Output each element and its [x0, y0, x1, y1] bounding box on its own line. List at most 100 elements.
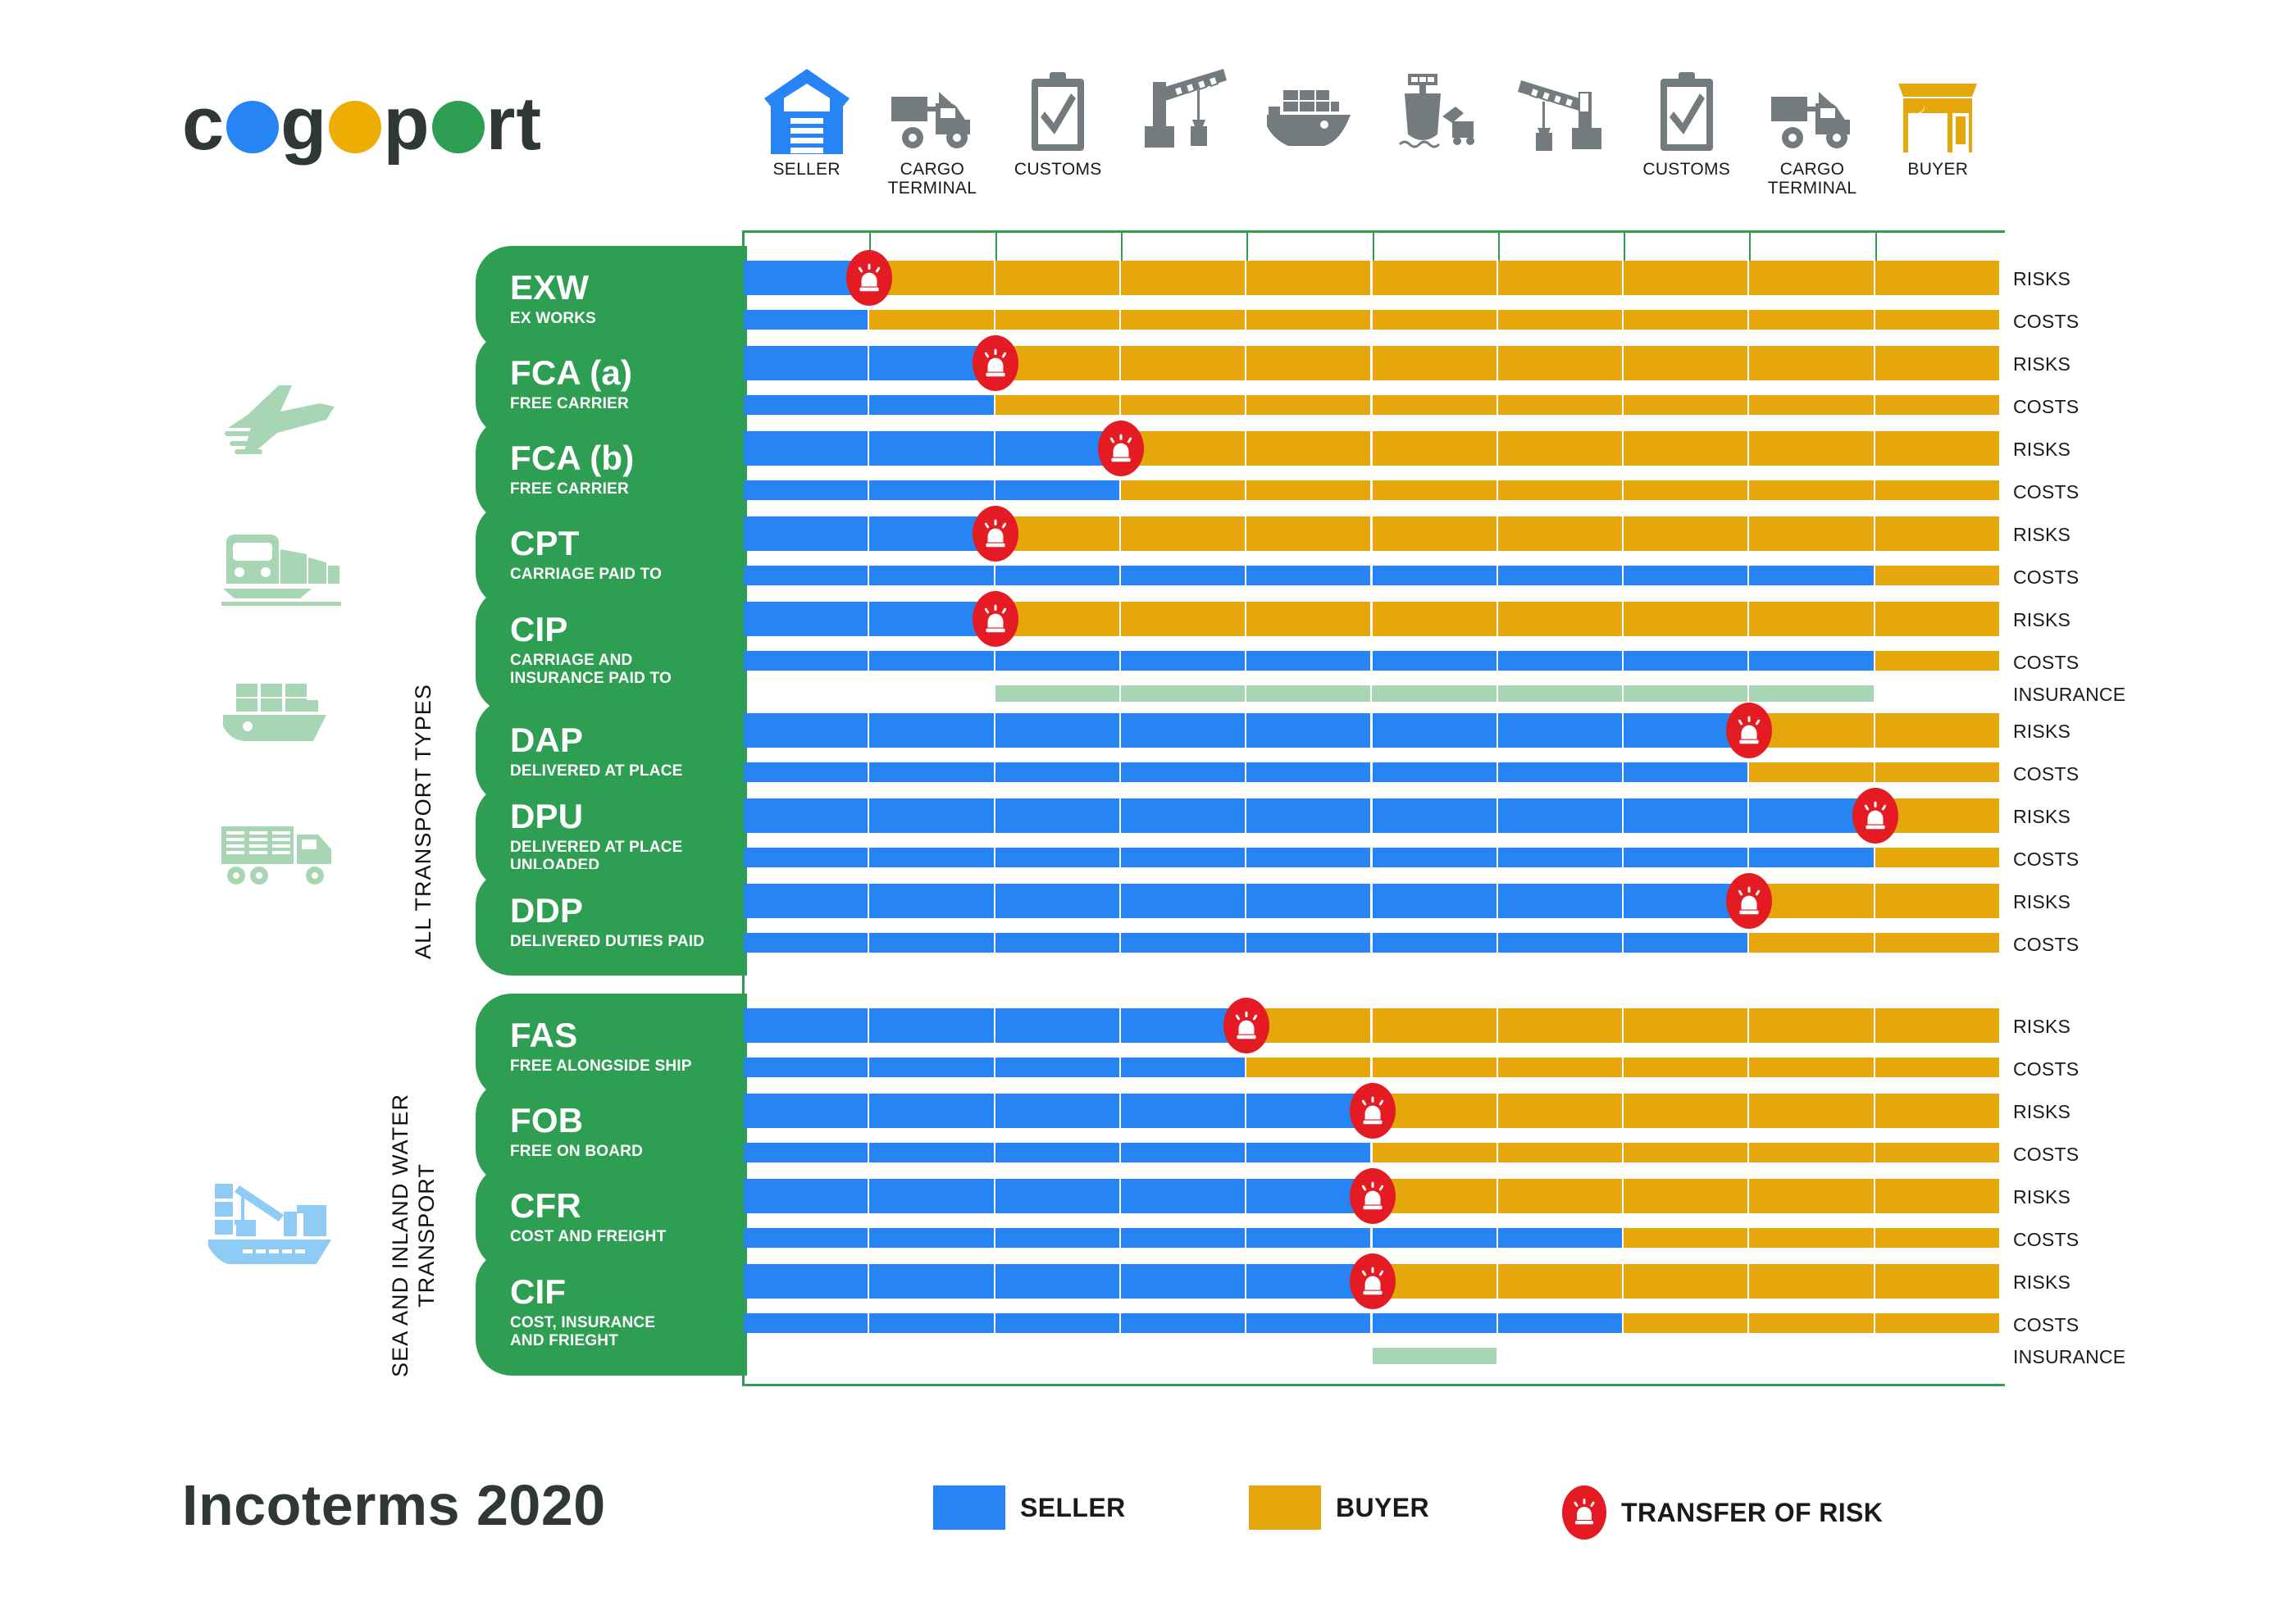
bar-segment — [1497, 602, 1624, 636]
incoterm-card-ddp[interactable]: DDP DELIVERED DUTIES PAID — [476, 869, 747, 976]
bar-segment — [1497, 685, 1624, 702]
risks-bar-dap — [744, 713, 2001, 748]
bar-segment — [1749, 516, 1875, 551]
incoterm-fullname: FREE ON BOARD — [510, 1142, 643, 1160]
bar-segment — [1372, 431, 1498, 466]
bar-segment — [1120, 310, 1247, 330]
bar-segment — [1749, 566, 1875, 585]
incoterm-fullname: FREE ALONGSIDE SHIP — [510, 1057, 692, 1075]
bar-segment — [1120, 1143, 1247, 1162]
bar-segment — [1749, 1264, 1875, 1299]
logo-letters-rt: rt — [485, 82, 543, 166]
bar-segment — [1246, 884, 1373, 918]
legend-label-seller: SELLER — [1020, 1492, 1126, 1522]
bar-segment — [744, 762, 870, 782]
bar-segment — [1749, 1313, 1875, 1333]
bar-segment — [869, 431, 995, 466]
bar-segment — [995, 1264, 1121, 1299]
incoterm-code: FOB — [510, 1100, 584, 1140]
transfer-of-risk-marker-dpu[interactable] — [1852, 788, 1898, 844]
bar-segment — [869, 395, 995, 415]
bar-segment — [1372, 884, 1498, 918]
transfer-of-risk-marker-exw[interactable] — [846, 250, 893, 306]
bar-segment — [1749, 933, 1875, 953]
risks-row-label: RISKS — [2013, 524, 2071, 545]
incoterm-card-cip[interactable]: CIP CARRIAGE AND INSURANCE PAID TO — [476, 587, 747, 713]
bar-segment — [869, 1313, 995, 1333]
bar-segment — [1120, 1228, 1247, 1248]
risks-row-label: RISKS — [2013, 1016, 2071, 1037]
bar-segment — [1372, 1348, 1498, 1364]
bar-segment — [1749, 1008, 1875, 1043]
transfer-of-risk-marker-fcab[interactable] — [1097, 421, 1144, 476]
bar-segment — [995, 848, 1121, 867]
transfer-of-risk-marker-cpt[interactable] — [972, 506, 1018, 562]
bar-segment — [1120, 798, 1247, 833]
transfer-of-risk-marker-cfr[interactable] — [1349, 1168, 1396, 1224]
bar-segment — [1372, 848, 1498, 867]
transfer-of-risk-marker-cif[interactable] — [1349, 1253, 1396, 1309]
incoterm-code: EXW — [510, 267, 590, 307]
bar-segment — [744, 516, 870, 551]
bar-segment — [1624, 798, 1750, 833]
legend-label-buyer: BUYER — [1336, 1492, 1430, 1522]
bar-segment — [1497, 1143, 1624, 1162]
bar-segment — [869, 1228, 995, 1248]
stage-header-label: CARGO TERMINAL — [887, 160, 977, 198]
transfer-of-risk-marker-cip[interactable] — [972, 591, 1018, 647]
bar-segment — [869, 933, 995, 953]
bar-segment — [995, 261, 1121, 295]
legend-swatch-buyer — [1249, 1485, 1321, 1530]
bar-segment — [995, 1228, 1121, 1248]
bar-segment — [1749, 261, 1875, 295]
risks-bar-ddp — [744, 884, 2001, 918]
crane-unload-icon — [1491, 79, 1630, 154]
costs-row-label: COSTS — [2013, 848, 2080, 870]
bar-segment — [869, 310, 995, 330]
bar-segment — [1497, 933, 1624, 953]
bar-segment — [1624, 261, 1750, 295]
bar-segment — [1875, 1179, 2001, 1213]
bar-segment — [1246, 933, 1373, 953]
risks-row-label: RISKS — [2013, 1271, 2071, 1293]
bar-segment — [1246, 685, 1373, 702]
bar-segment — [1875, 261, 2001, 295]
stage-header-cargo-terminal-1: CARGO TERMINAL — [863, 79, 1002, 198]
insurance-row-label: INSURANCE — [2013, 1346, 2126, 1367]
bar-segment — [1120, 1094, 1247, 1128]
bar-segment — [1624, 1008, 1750, 1043]
bar-segment — [995, 1313, 1121, 1333]
legend-label-transfer-of-risk: TRANSFER OF RISK — [1621, 1497, 1884, 1527]
transfer-of-risk-marker-dap[interactable] — [1726, 703, 1773, 758]
incoterm-fullname: EX WORKS — [510, 309, 597, 327]
bar-segment — [744, 651, 870, 671]
bar-segment — [1624, 602, 1750, 636]
costs-bar-dap — [744, 762, 2001, 782]
incoterm-code: FCA (b) — [510, 438, 635, 477]
risks-row-label: RISKS — [2013, 1101, 2071, 1122]
transfer-of-risk-marker-fcaa[interactable] — [972, 335, 1018, 391]
bar-segment — [1120, 1313, 1247, 1333]
transfer-of-risk-marker-fob[interactable] — [1349, 1083, 1396, 1139]
incoterm-code: CIP — [510, 609, 568, 648]
bar-segment — [1246, 762, 1373, 782]
bar-segment — [995, 1179, 1121, 1213]
bar-segment — [1497, 713, 1624, 748]
transfer-of-risk-marker-ddp[interactable] — [1726, 873, 1773, 929]
incoterm-card-cif[interactable]: CIF COST, INSURANCE AND FRIEGHT — [476, 1249, 747, 1376]
bar-segment — [1372, 713, 1498, 748]
bar-segment — [744, 798, 870, 833]
bar-segment — [1497, 884, 1624, 918]
transfer-of-risk-marker-fas[interactable] — [1223, 998, 1270, 1053]
bar-segment — [995, 933, 1121, 953]
bar-segment — [1875, 310, 2001, 330]
bar-segment — [1624, 762, 1750, 782]
bar-segment — [1120, 685, 1247, 702]
bar-segment — [1624, 431, 1750, 466]
stage-header-cargo-ship-4 — [1240, 79, 1379, 161]
bar-segment — [995, 651, 1121, 671]
bar-segment — [1875, 566, 2001, 585]
bar-segment — [1372, 310, 1498, 330]
bar-segment — [869, 713, 995, 748]
port-crane-ship-icon — [205, 1179, 336, 1273]
